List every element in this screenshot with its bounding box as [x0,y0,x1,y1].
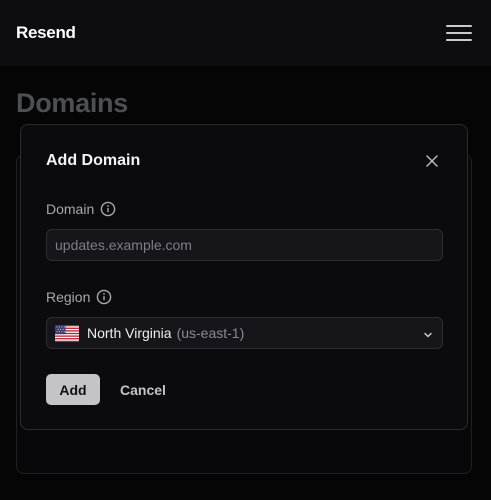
hamburger-menu-icon[interactable] [446,23,472,43]
domain-input[interactable] [46,229,443,261]
region-code: (us-east-1) [176,325,245,341]
info-icon[interactable] [100,201,116,217]
add-domain-dialog: Add Domain Domain Region [20,124,468,430]
domain-field-label: Domain [46,201,116,217]
add-button[interactable]: Add [46,374,100,405]
chevron-down-icon [422,328,434,340]
close-icon[interactable] [424,153,440,169]
info-icon[interactable] [96,289,112,305]
region-field-label: Region [46,289,112,305]
region-select[interactable]: North Virginia (us-east-1) [46,317,443,349]
us-flag-icon [55,324,79,342]
cancel-button[interactable]: Cancel [111,374,175,405]
region-label-text: Region [46,289,91,305]
dialog-title: Add Domain [46,152,141,169]
top-navigation-bar: Resend [0,0,491,66]
app-logo[interactable]: Resend [16,23,76,43]
page-title: Domains [16,88,128,118]
domain-label-text: Domain [46,201,95,217]
region-selected-value: North Virginia [87,325,172,341]
